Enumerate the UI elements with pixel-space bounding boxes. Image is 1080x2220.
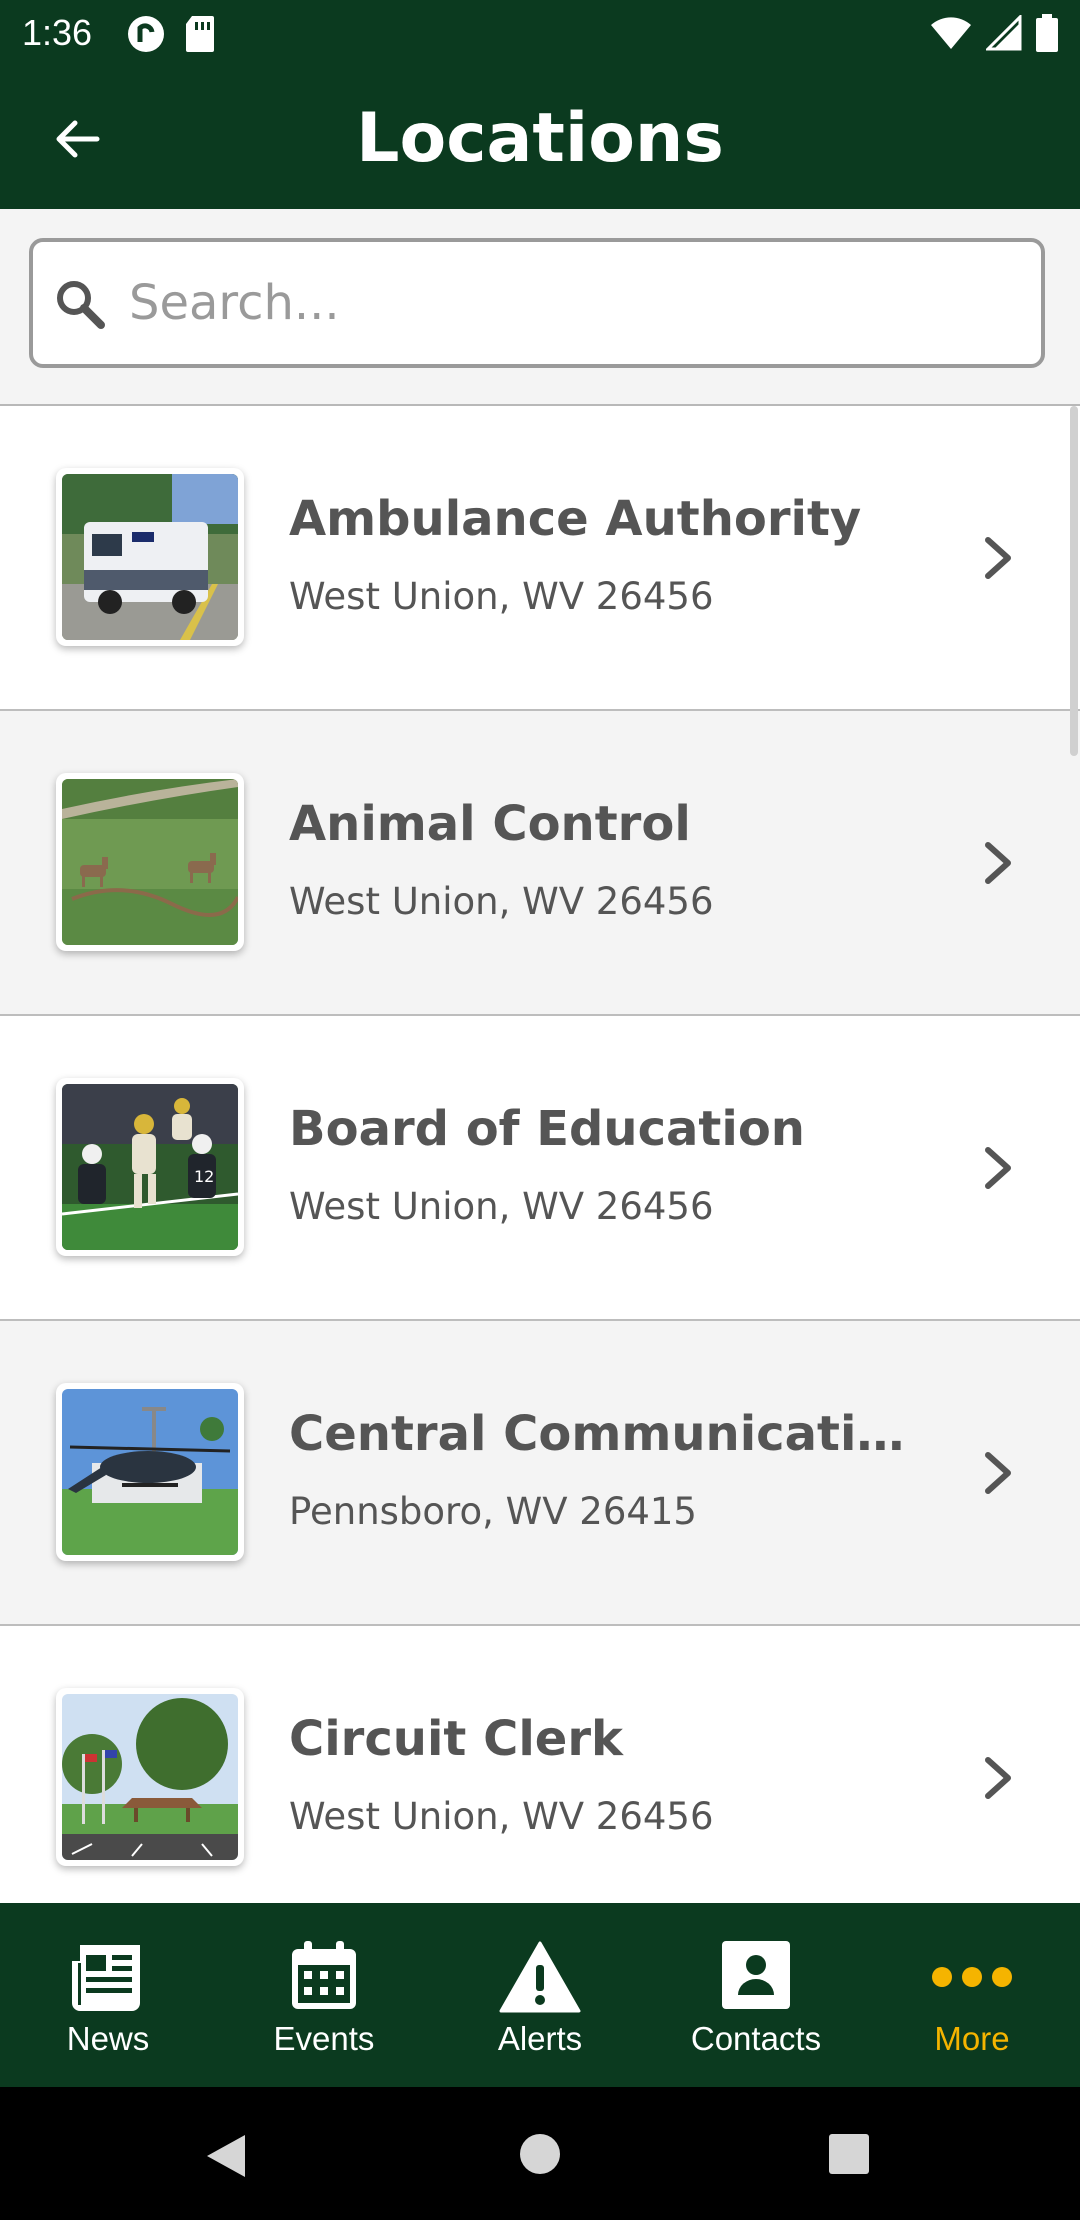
bottom-nav: News Events Alerts Contacts More: [0, 1903, 1080, 2087]
pocket-casts-icon: [128, 16, 164, 52]
svg-text:12: 12: [194, 1167, 214, 1186]
list-item-ambulance-authority[interactable]: Ambulance Authority West Union, WV 26456: [0, 406, 1080, 711]
search-input[interactable]: [127, 241, 1041, 365]
location-thumbnail: [56, 1688, 244, 1866]
nav-label-events: Events: [273, 2020, 375, 2057]
home-circle-icon[interactable]: [519, 2133, 561, 2175]
flags-pavilion-photo: [62, 1694, 238, 1860]
chevron-right-icon: [985, 1452, 1011, 1494]
nav-item-more[interactable]: More: [864, 1903, 1080, 2087]
sd-card-icon: [186, 16, 214, 52]
status-bar: 1:36: [0, 0, 1080, 66]
nav-label-contacts: Contacts: [690, 2020, 822, 2057]
chevron-right-icon: [985, 1147, 1011, 1189]
location-title: Ambulance Authority: [289, 491, 862, 547]
list-item-board-of-education[interactable]: 12 Board of Education West Union, WV 264…: [0, 1016, 1080, 1321]
search-box[interactable]: [29, 238, 1045, 368]
battery-icon: [1036, 14, 1058, 52]
football-photo: 12: [62, 1084, 238, 1250]
chevron-right-icon: [985, 1757, 1011, 1799]
chevron-right-icon: [985, 537, 1011, 579]
recents-square-icon[interactable]: [828, 2133, 870, 2175]
nav-item-alerts[interactable]: Alerts: [432, 1903, 648, 2087]
ambulance-photo: [62, 474, 238, 640]
location-address: West Union, WV 26456: [289, 575, 714, 618]
status-right-icons: [930, 14, 1058, 52]
location-title: Central Communications, In...: [289, 1406, 929, 1462]
calendar-icon: [292, 1941, 356, 2009]
chevron-right-icon: [985, 842, 1011, 884]
list-item-circuit-clerk[interactable]: Circuit Clerk West Union, WV 26456: [0, 1626, 1080, 1903]
location-thumbnail: [56, 773, 244, 951]
page-title: Locations: [356, 99, 724, 178]
newspaper-icon: [72, 1945, 140, 2011]
back-triangle-icon[interactable]: [205, 2133, 247, 2179]
location-thumbnail: 12: [56, 1078, 244, 1256]
location-address: Pennsboro, WV 26415: [289, 1490, 697, 1533]
wifi-icon: [931, 17, 971, 49]
location-thumbnail: [56, 468, 244, 646]
more-dots-icon: [932, 1967, 1012, 1987]
nav-label-news: News: [66, 2020, 150, 2057]
search-icon: [57, 281, 105, 329]
search-area: [0, 209, 1080, 406]
location-thumbnail: [56, 1383, 244, 1561]
nav-item-contacts[interactable]: Contacts: [648, 1903, 864, 2087]
location-address: West Union, WV 26456: [289, 880, 714, 923]
deer-field-photo: [62, 779, 238, 945]
signal-icon: [986, 15, 1022, 51]
nav-item-news[interactable]: News: [0, 1903, 216, 2087]
system-nav-bar: [0, 2087, 1080, 2220]
location-address: West Union, WV 26456: [289, 1795, 714, 1838]
helicopter-photo: [62, 1389, 238, 1555]
warning-icon: [499, 1941, 581, 2013]
location-title: Board of Education: [289, 1101, 805, 1157]
nav-label-alerts: Alerts: [497, 2020, 583, 2057]
location-address: West Union, WV 26456: [289, 1185, 714, 1228]
status-time: 1:36: [22, 12, 93, 53]
nav-item-events[interactable]: Events: [216, 1903, 432, 2087]
location-title: Circuit Clerk: [289, 1711, 623, 1767]
contact-card-icon: [722, 1941, 790, 2009]
status-left-icons: [126, 14, 216, 54]
scrollbar[interactable]: [1070, 406, 1078, 756]
app-header: Locations: [0, 66, 1080, 209]
list-item-central-communications[interactable]: Central Communications, In... Pennsboro,…: [0, 1321, 1080, 1626]
location-list: Ambulance Authority West Union, WV 26456: [0, 406, 1080, 1903]
nav-label-more: More: [934, 2020, 1010, 2057]
location-title: Animal Control: [289, 796, 691, 852]
list-item-animal-control[interactable]: Animal Control West Union, WV 26456: [0, 711, 1080, 1016]
